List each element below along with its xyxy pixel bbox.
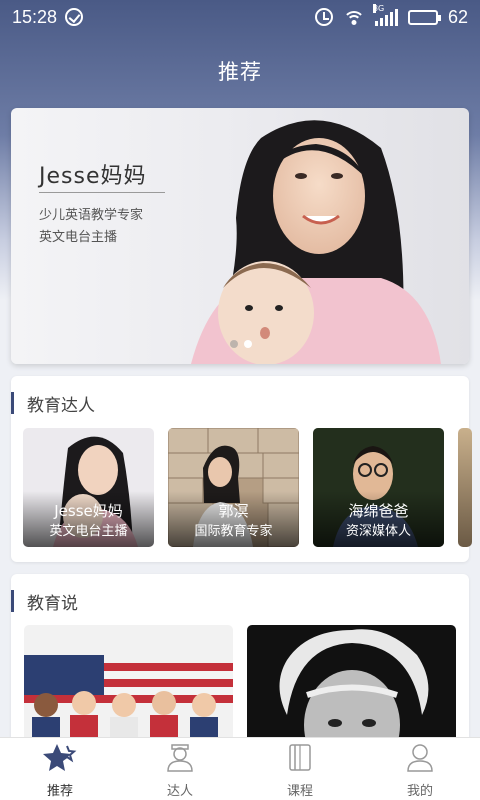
- status-bar: 15:28 3G 62: [0, 0, 480, 34]
- tab-label: 课程: [286, 784, 313, 799]
- experts-section: 教育达人 Jesse妈妈 英文电台主播 郭溟 国际教育专家 海绵爸爸 资深媒体人: [11, 376, 472, 562]
- wifi-icon: [342, 9, 365, 25]
- expert-desc: 资深媒体人: [345, 524, 411, 539]
- tab-mine[interactable]: 我的: [360, 738, 480, 800]
- carousel-dot: [230, 340, 238, 348]
- hero-photo: [191, 120, 441, 364]
- talks-list: [24, 625, 456, 754]
- hero-subtitle-1: 少儿英语教学专家: [39, 208, 144, 223]
- hero-name: Jesse妈妈: [39, 164, 147, 189]
- talk-card[interactable]: [247, 625, 456, 754]
- carousel-dot-active: [244, 340, 252, 348]
- hero-banner[interactable]: Jesse妈妈 少儿英语教学专家 英文电台主播: [11, 108, 469, 364]
- expert-desc: 英文电台主播: [49, 524, 128, 539]
- status-time: 15:28: [12, 6, 58, 27]
- hero-subtitle-2: 英文电台主播: [39, 230, 118, 245]
- expert-icon: [167, 744, 193, 772]
- bottom-tab-bar: 推荐 达人 课程 我的: [0, 737, 480, 800]
- tab-experts[interactable]: 达人: [120, 738, 240, 800]
- expert-card[interactable]: 郭溟 国际教育专家: [168, 428, 299, 547]
- battery-percent: 62: [447, 6, 468, 27]
- star-icon: [43, 744, 77, 771]
- carousel-dots: [230, 340, 252, 348]
- expert-name: 海绵爸爸: [348, 502, 409, 520]
- tab-recommend[interactable]: 推荐: [0, 738, 120, 800]
- tab-label: 我的: [406, 784, 433, 799]
- talk-card[interactable]: [24, 625, 233, 754]
- hero-divider: [39, 192, 165, 193]
- expert-card[interactable]: 海绵爸爸 资深媒体人: [313, 428, 444, 547]
- expert-desc: 国际教育专家: [194, 524, 273, 539]
- talks-section: 教育说: [11, 574, 469, 754]
- page-title: 推荐: [218, 60, 262, 84]
- expert-name: Jesse妈妈: [54, 502, 123, 520]
- expert-card-partial[interactable]: [458, 428, 472, 547]
- tab-label: 达人: [166, 784, 193, 799]
- book-icon: [289, 744, 311, 771]
- expert-card[interactable]: Jesse妈妈 英文电台主播: [23, 428, 154, 547]
- tab-courses[interactable]: 课程: [240, 738, 360, 800]
- battery-icon: [407, 9, 441, 25]
- talk-thumbnail: [24, 625, 233, 754]
- expert-name: 郭溟: [218, 502, 249, 520]
- signal-icon: 3G: [372, 4, 398, 26]
- network-type: 3G: [372, 4, 385, 13]
- talk-thumbnail: [247, 625, 456, 754]
- tab-label: 推荐: [46, 784, 73, 799]
- experts-section-title: 教育达人: [11, 392, 95, 416]
- experts-list: Jesse妈妈 英文电台主播 郭溟 国际教育专家 海绵爸爸 资深媒体人: [23, 428, 472, 547]
- alarm-icon: [314, 8, 333, 26]
- talks-section-title: 教育说: [11, 590, 78, 614]
- user-icon: [407, 744, 433, 772]
- check-circle-icon: [65, 8, 84, 26]
